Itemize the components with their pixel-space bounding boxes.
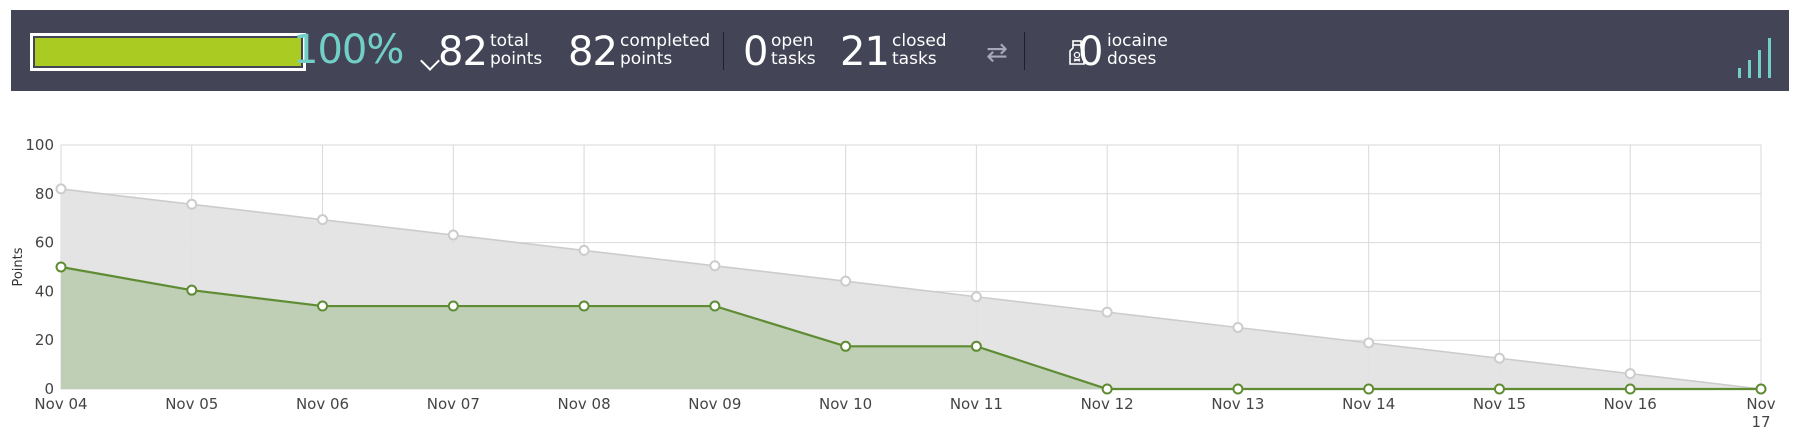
- data-point-optimal: [970, 291, 982, 303]
- data-point-real: [186, 284, 198, 296]
- data-point-optimal: [1363, 337, 1375, 349]
- iocaine-doses-value: 0: [1078, 29, 1103, 75]
- x-tick-label: Nov 10: [819, 395, 872, 413]
- data-point-real: [840, 340, 852, 352]
- iocaine-doses-label: iocaine doses: [1107, 31, 1168, 69]
- x-tick-label: Nov 04: [34, 395, 87, 413]
- x-tick-label: Nov 07: [427, 395, 480, 413]
- data-point-real: [55, 261, 67, 273]
- chevron-down-icon[interactable]: [420, 51, 440, 71]
- closed-tasks-label: closed tasks: [892, 31, 947, 69]
- data-point-optimal: [578, 244, 590, 256]
- total-points-label: total points: [490, 31, 543, 69]
- y-tick-label: 80: [35, 185, 54, 203]
- burndown-chart: 020406080100Nov 04 Nov 05 Nov 06 Nov 07 Nov …: [11, 136, 1776, 431]
- swap-arrows-icon[interactable]: ⇄: [986, 38, 1008, 68]
- data-point-optimal: [1493, 352, 1505, 364]
- y-tick-label: 60: [35, 234, 54, 252]
- y-axis-title: Points: [11, 247, 26, 286]
- completed-points-value: 82: [568, 29, 618, 75]
- x-tick-label: Nov 13: [1211, 395, 1264, 413]
- data-point-real: [1493, 383, 1505, 395]
- data-point-real: [578, 300, 590, 312]
- data-point-real: [1232, 383, 1244, 395]
- x-tick-label: Nov 05: [165, 395, 218, 413]
- data-point-optimal: [1101, 306, 1113, 318]
- data-point-real: [317, 300, 329, 312]
- sprint-progress-fill: [35, 38, 301, 66]
- x-tick-label: Nov 15: [1473, 395, 1526, 413]
- x-tick-label: Nov 09: [688, 395, 741, 413]
- data-point-optimal: [709, 260, 721, 272]
- total-points-value: 82: [438, 29, 488, 75]
- data-point-real: [1624, 383, 1636, 395]
- x-tick-label: Nov 06: [296, 395, 349, 413]
- data-point-real: [970, 340, 982, 352]
- x-tick-label: Nov 11: [950, 395, 1003, 413]
- data-point-optimal: [840, 275, 852, 287]
- progress-percent: 100%: [293, 27, 404, 73]
- data-point-optimal: [55, 183, 67, 195]
- stats-divider: [1024, 32, 1025, 70]
- data-point-optimal: [1624, 368, 1636, 380]
- data-point-optimal: [317, 214, 329, 226]
- closed-tasks-value: 21: [840, 29, 890, 75]
- sprint-stats-bar: 100% 82 total points 82 completed points…: [11, 10, 1789, 91]
- completed-points-label: completed points: [620, 31, 711, 69]
- data-point-real: [1101, 383, 1113, 395]
- y-tick-label: 40: [35, 282, 54, 300]
- data-point-real: [1363, 383, 1375, 395]
- open-tasks-label: open tasks: [771, 31, 816, 69]
- y-tick-label: 100: [25, 136, 54, 154]
- stats-divider: [723, 32, 724, 70]
- x-tick-label: Nov 08: [558, 395, 611, 413]
- open-tasks-value: 0: [743, 29, 768, 75]
- sprint-progress-bar: [30, 33, 306, 71]
- data-point-real: [1755, 383, 1767, 395]
- data-point-optimal: [1232, 322, 1244, 334]
- x-tick-label: Nov 12: [1081, 395, 1134, 413]
- data-point-optimal: [447, 229, 459, 241]
- y-tick-label: 20: [35, 331, 54, 349]
- x-tick-label: Nov 17: [1746, 395, 1775, 431]
- data-point-optimal: [186, 198, 198, 210]
- signal-bars-icon[interactable]: [1736, 36, 1778, 78]
- x-tick-label: Nov 14: [1342, 395, 1395, 413]
- data-point-real: [709, 300, 721, 312]
- x-tick-label: Nov 16: [1604, 395, 1657, 413]
- data-point-real: [447, 300, 459, 312]
